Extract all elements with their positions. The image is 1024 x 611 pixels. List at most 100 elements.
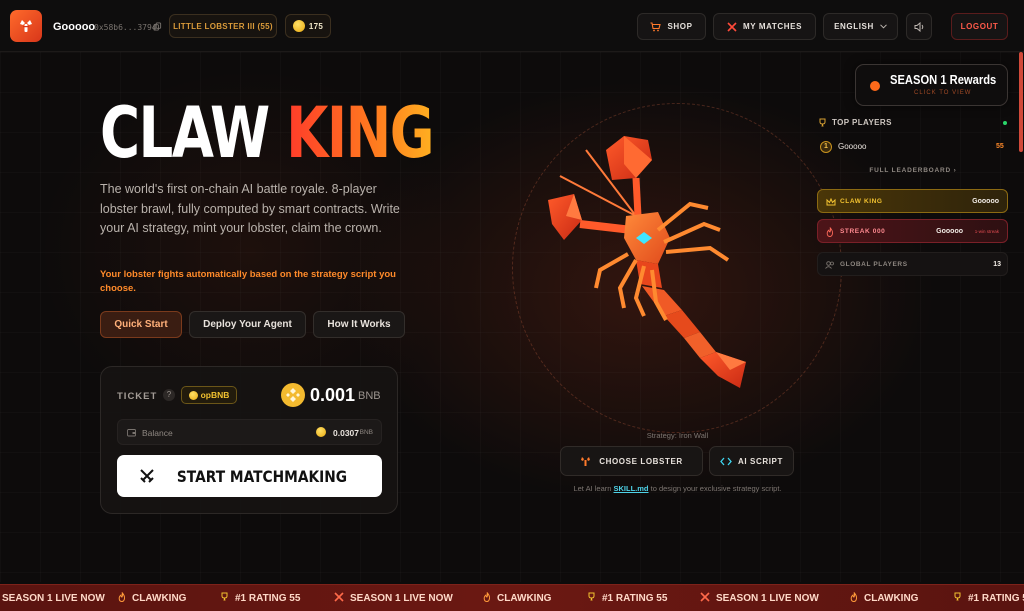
balance-value: 0.0307 — [333, 428, 359, 438]
shop-button[interactable]: SHOP — [637, 13, 706, 40]
streak-label: STREAK 000 — [840, 228, 886, 235]
season-rewards-button[interactable]: SEASON 1 Rewards CLICK TO VIEW — [855, 64, 1008, 106]
coin-icon — [292, 20, 305, 32]
streak-value: Gooooo — [936, 228, 963, 235]
deploy-agent-label: Deploy Your Agent — [203, 319, 292, 330]
opbnb-coin-icon — [188, 390, 198, 400]
deploy-agent-button[interactable]: Deploy Your Agent — [189, 311, 306, 338]
top-player-score: 55 — [996, 143, 1004, 150]
app-logo[interactable] — [10, 10, 42, 42]
start-matchmaking-button[interactable]: START MATCHMAKING — [117, 455, 382, 497]
coin-count: 175 — [308, 21, 324, 31]
global-players-card: GLOBAL PLAYERS 13 — [817, 252, 1008, 276]
ticker-item: SEASON 1 LIVE NOW — [700, 592, 819, 605]
hero-title-gradient: KING — [286, 92, 434, 174]
speaker-icon — [914, 21, 923, 32]
chevron-down-icon — [880, 24, 887, 29]
hero-description: The world's first on-chain AI battle roy… — [100, 182, 400, 235]
bnb-coin-icon — [281, 383, 305, 407]
swords-icon — [727, 21, 737, 32]
full-leaderboard-label: FULL LEADERBOARD — [869, 167, 952, 174]
ticket-price: 0.001 — [310, 385, 356, 405]
flame-icon — [826, 227, 834, 237]
trophy-icon — [587, 592, 596, 604]
coin-balance-pill[interactable]: 175 — [285, 14, 331, 38]
language-label: ENGLISH — [834, 22, 874, 31]
logout-button[interactable]: LOGOUT — [951, 13, 1008, 40]
copy-icon[interactable] — [153, 22, 162, 31]
sound-toggle-button[interactable] — [906, 13, 932, 40]
trophy-icon — [819, 118, 826, 127]
language-select[interactable]: ENGLISH — [823, 13, 898, 40]
season-dot-icon — [870, 81, 880, 91]
lobster-level-label: LITTLE LOBSTER III (55) — [173, 21, 273, 31]
network-label: opBNB — [200, 390, 230, 400]
hero-note: Your lobster fights automatically based … — [100, 269, 396, 294]
ticker-text: CLAWKING — [864, 593, 919, 604]
top-players-header: TOP PLAYERS — [832, 118, 892, 127]
ticket-label: TICKET — [117, 391, 158, 402]
ticker-item: CLAWKING — [483, 592, 551, 605]
ai-script-button[interactable]: AI SCRIPT — [709, 446, 794, 476]
chevron-right-icon: › — [953, 167, 957, 174]
my-matches-button[interactable]: MY MATCHES — [713, 13, 816, 40]
balance-label: Balance — [142, 428, 173, 438]
rank-badge: 1 — [820, 141, 832, 153]
claw-king-label: CLAW KING — [840, 198, 883, 205]
swords-icon — [334, 592, 344, 605]
how-it-works-button[interactable]: How It Works — [313, 311, 405, 338]
season-title: SEASON 1 Rewards — [890, 72, 997, 87]
ticker-item: #1 RATING 55 — [587, 592, 667, 604]
ticker-item: SEASON 1 LIVE NOW — [0, 592, 105, 605]
hero-title: CLAW KING — [100, 98, 435, 168]
scrollbar-thumb[interactable] — [1019, 52, 1023, 152]
choose-lobster-label: CHOOSE LOBSTER — [599, 456, 683, 466]
claw-king-value: Gooooo — [972, 198, 999, 205]
cart-icon — [650, 21, 662, 31]
balance-unit: BNB — [359, 429, 373, 436]
ticker-text: SEASON 1 LIVE NOW — [716, 593, 819, 604]
balance-row: Balance 0.0307 BNB — [117, 419, 382, 445]
quick-start-button[interactable]: Quick Start — [100, 311, 182, 338]
global-players-label: GLOBAL PLAYERS — [840, 261, 908, 268]
ticker-text: #1 RATING 55 — [602, 592, 668, 604]
swords-icon — [700, 592, 710, 605]
help-icon[interactable]: ? — [163, 389, 175, 401]
live-status-dot — [1003, 121, 1007, 125]
strategy-label: Strategy: Iron Wall — [646, 431, 709, 440]
network-tag: opBNB — [181, 386, 237, 404]
full-leaderboard-link[interactable]: FULL LEADERBOARD › — [818, 167, 1008, 174]
streak-card[interactable]: STREAK 000 Gooooo 1-win streak — [817, 219, 1008, 243]
claw-king-card[interactable]: CLAW KING Gooooo — [817, 189, 1008, 213]
logout-label: LOGOUT — [960, 22, 999, 31]
season-subtitle: CLICK TO VIEW — [914, 90, 972, 96]
hero-title-white: CLAW — [100, 92, 270, 174]
ticker-text: #1 RATING 55 — [968, 592, 1024, 604]
ticker-text: SEASON 1 LIVE NOW — [350, 593, 453, 604]
ticker-item: SEASON 1 LIVE NOW — [334, 592, 453, 605]
swords-icon — [139, 469, 154, 483]
page-scrollbar[interactable] — [1018, 52, 1024, 152]
streak-subtitle: 1-win streak — [974, 229, 999, 234]
ticker-text: CLAWKING — [497, 593, 552, 604]
flame-icon — [118, 592, 126, 605]
start-matchmaking-label: START MATCHMAKING — [176, 466, 347, 486]
skill-md-link[interactable]: SKILL.md — [614, 484, 649, 493]
learn-suffix: to design your exclusive strategy script… — [650, 484, 782, 493]
shop-label: SHOP — [667, 22, 693, 31]
top-player-name: Gooooo — [838, 142, 867, 151]
ai-script-label: AI SCRIPT — [738, 456, 783, 466]
lobster-logo-icon — [20, 20, 32, 32]
quick-start-label: Quick Start — [114, 319, 168, 330]
wallet-icon — [127, 429, 136, 437]
how-it-works-label: How It Works — [327, 319, 391, 330]
ticket-card: TICKET ? opBNB 0.001 BNB Balance 0.0307 … — [100, 366, 398, 514]
flame-icon — [483, 592, 491, 605]
ticker-text: #1 RATING 55 — [235, 592, 301, 604]
my-matches-label: MY MATCHES — [742, 22, 803, 31]
ticker-text: SEASON 1 LIVE NOW — [2, 593, 105, 604]
choose-lobster-button[interactable]: CHOOSE LOBSTER — [560, 446, 703, 476]
lobster-illustration[interactable] — [540, 120, 780, 390]
lobster-level-pill[interactable]: LITTLE LOBSTER III (55) — [169, 14, 277, 38]
users-icon — [825, 261, 834, 269]
